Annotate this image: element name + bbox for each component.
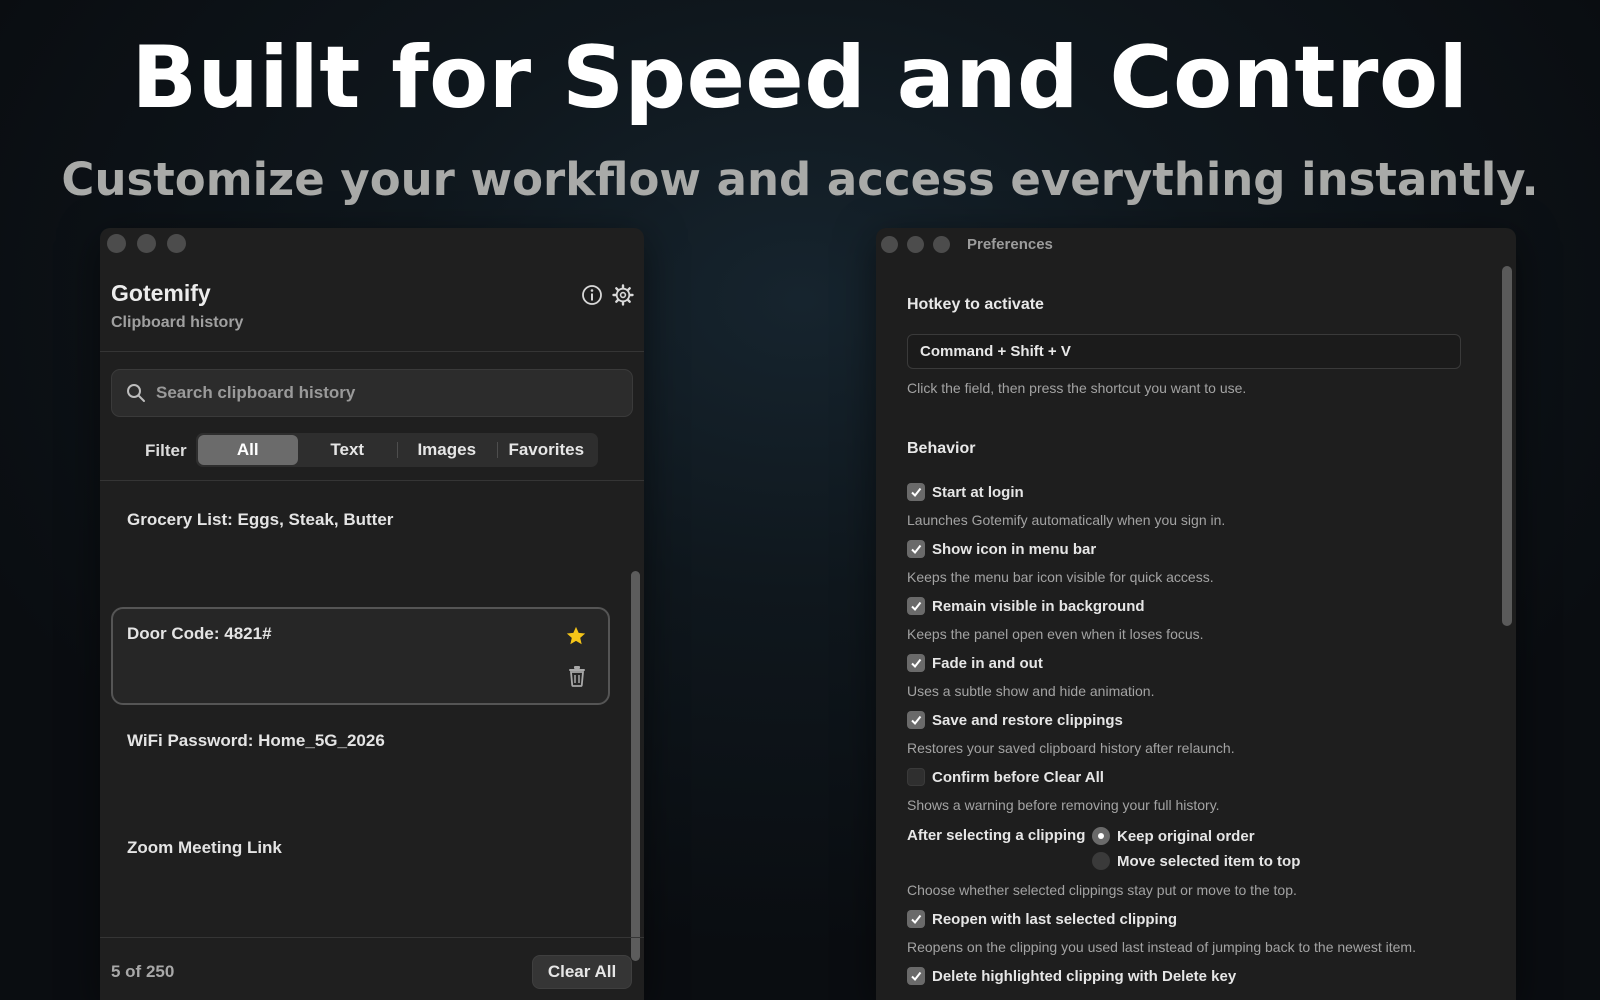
delete-key-option[interactable]: Delete highlighted clipping with Delete … — [907, 967, 1236, 985]
option-hint: Keeps the panel open even when it loses … — [907, 626, 1204, 642]
clipboard-item[interactable]: WiFi Password: Home_5G_2026 — [111, 714, 610, 812]
search-icon — [127, 384, 145, 402]
zoom-window-button[interactable] — [167, 234, 186, 253]
radio-button[interactable] — [1092, 852, 1110, 870]
window-title: Preferences — [967, 236, 1053, 253]
clipboard-window: Gotemify Clipboard history Filter All Te… — [100, 228, 644, 1000]
show-menu-bar-icon-option[interactable]: Show icon in menu bar — [907, 540, 1096, 558]
minimize-window-button[interactable] — [907, 236, 924, 253]
filter-all[interactable]: All — [198, 435, 298, 465]
option-hint: Uses a subtle show and hide animation. — [907, 683, 1155, 699]
fade-in-out-option[interactable]: Fade in and out — [907, 654, 1043, 672]
filter-text[interactable]: Text — [298, 435, 398, 465]
remain-visible-option[interactable]: Remain visible in background — [907, 597, 1145, 615]
checkbox-checked[interactable] — [907, 967, 925, 985]
radio-move-to-top[interactable]: Move selected item to top — [1092, 852, 1300, 870]
window-controls — [881, 236, 950, 253]
option-label: Start at login — [932, 483, 1024, 501]
item-count: 5 of 250 — [111, 962, 175, 981]
hotkey-field[interactable] — [907, 334, 1461, 369]
option-hint: Choose whether selected clippings stay p… — [907, 882, 1297, 898]
hero-title: Built for Speed and Control — [131, 28, 1469, 128]
option-label: Remain visible in background — [932, 597, 1145, 615]
hero-subtitle: Customize your workflow and access every… — [61, 153, 1539, 206]
info-icon[interactable] — [580, 283, 604, 307]
clipboard-item[interactable]: Grocery List: Eggs, Steak, Butter — [111, 493, 610, 591]
footer-divider — [100, 937, 644, 938]
trash-icon[interactable] — [567, 665, 587, 687]
option-hint: Reopens on the clipping you used last in… — [907, 939, 1416, 955]
after-selecting-label: After selecting a clipping — [907, 827, 1086, 844]
option-label: Save and restore clippings — [932, 711, 1123, 729]
radio-button-selected[interactable] — [1092, 827, 1110, 845]
filter-images[interactable]: Images — [397, 435, 497, 465]
filter-label: Filter — [145, 441, 187, 460]
option-label: Show icon in menu bar — [932, 540, 1097, 558]
checkbox-checked[interactable] — [907, 597, 925, 615]
favorite-star-icon[interactable] — [565, 625, 587, 647]
app-title: Gotemify — [111, 280, 211, 306]
checkbox-checked[interactable] — [907, 711, 925, 729]
option-hint: Launches Gotemify automatically when you… — [907, 512, 1226, 528]
window-controls — [107, 234, 186, 253]
close-window-button[interactable] — [107, 234, 126, 253]
save-restore-option[interactable]: Save and restore clippings — [907, 711, 1123, 729]
filter-favorites[interactable]: Favorites — [496, 435, 597, 465]
search-bar[interactable] — [111, 369, 633, 417]
gear-icon[interactable] — [611, 283, 635, 307]
close-window-button[interactable] — [881, 236, 898, 253]
checkbox-checked[interactable] — [907, 483, 925, 501]
option-hint: Keeps the menu bar icon visible for quic… — [907, 569, 1214, 585]
checkbox-checked[interactable] — [907, 540, 925, 558]
preferences-window: Preferences Hotkey to activate Click the… — [876, 228, 1516, 1000]
checkbox-unchecked[interactable] — [907, 768, 925, 786]
clipboard-item-selected[interactable]: Door Code: 4821# — [111, 607, 610, 705]
scrollbar[interactable] — [631, 571, 640, 961]
header-divider — [100, 351, 644, 352]
option-label: Delete highlighted clipping with Delete … — [932, 967, 1237, 985]
minimize-window-button[interactable] — [137, 234, 156, 253]
checkbox-checked[interactable] — [907, 654, 925, 672]
filter-segmented-control: All Text Images Favorites — [196, 433, 598, 467]
clipboard-item-text: Door Code: 4821# — [127, 624, 272, 643]
clear-all-button[interactable]: Clear All — [532, 955, 632, 989]
radio-label: Keep original order — [1117, 827, 1255, 845]
option-hint: Shows a warning before removing your ful… — [907, 797, 1220, 813]
option-hint: Restores your saved clipboard history af… — [907, 740, 1235, 756]
clipboard-item[interactable]: Zoom Meeting Link — [111, 821, 610, 919]
behavior-heading: Behavior — [907, 440, 976, 457]
search-input[interactable] — [156, 373, 632, 413]
clipboard-item-text: WiFi Password: Home_5G_2026 — [127, 731, 385, 750]
clipboard-item-text: Zoom Meeting Link — [127, 838, 282, 857]
checkbox-checked[interactable] — [907, 910, 925, 928]
start-at-login-option[interactable]: Start at login — [907, 483, 1024, 501]
scrollbar[interactable] — [1502, 266, 1512, 626]
confirm-clear-all-option[interactable]: Confirm before Clear All — [907, 768, 1104, 786]
radio-label: Move selected item to top — [1117, 852, 1301, 870]
option-label: Fade in and out — [932, 654, 1043, 672]
filter-divider — [100, 480, 644, 481]
hotkey-hint: Click the field, then press the shortcut… — [907, 380, 1247, 396]
app-subtitle: Clipboard history — [111, 314, 244, 331]
zoom-window-button[interactable] — [933, 236, 950, 253]
hotkey-heading: Hotkey to activate — [907, 296, 1044, 313]
option-label: Reopen with last selected clipping — [932, 910, 1178, 928]
radio-keep-original-order[interactable]: Keep original order — [1092, 827, 1255, 845]
reopen-last-option[interactable]: Reopen with last selected clipping — [907, 910, 1177, 928]
clipboard-item-text: Grocery List: Eggs, Steak, Butter — [127, 510, 394, 529]
option-label: Confirm before Clear All — [932, 768, 1104, 786]
